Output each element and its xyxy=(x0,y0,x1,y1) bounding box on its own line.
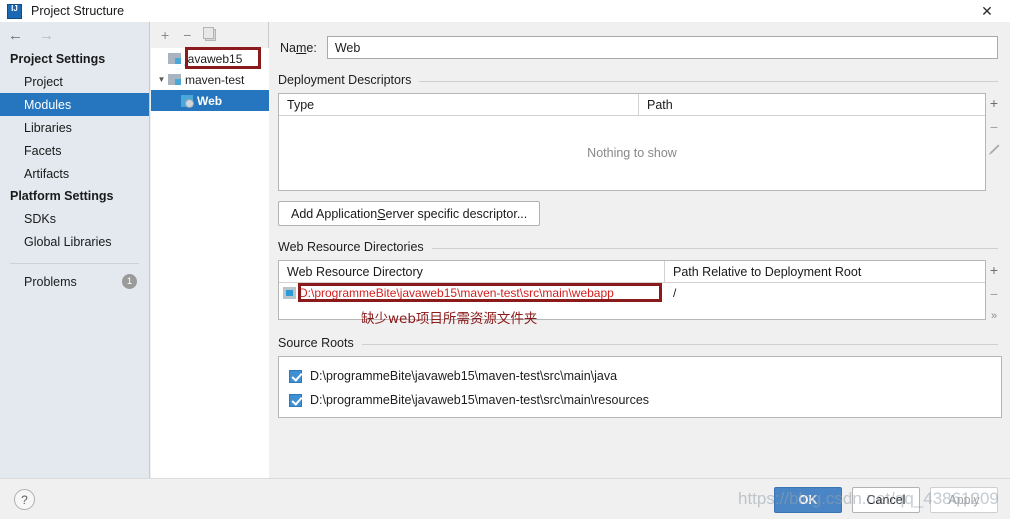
sidebar-item-sdks[interactable]: SDKs xyxy=(0,207,149,230)
apply-button[interactable]: Apply xyxy=(930,487,998,513)
navigation-arrows: ← → xyxy=(0,22,149,48)
dialog-footer: ? OK Cancel Apply xyxy=(0,478,1010,519)
add-application-server-descriptor-button[interactable]: Add Application Server specific descript… xyxy=(278,201,541,226)
column-header-web-resource-directory[interactable]: Web Resource Directory xyxy=(279,261,665,282)
sidebar-item-facets[interactable]: Facets xyxy=(0,139,149,162)
project-structure-dialog: Project Structure ✕ ← → Project Settings… xyxy=(0,0,1010,519)
source-roots-list: D:\programmeBite\javaweb15\maven-test\sr… xyxy=(278,356,1002,418)
settings-sidebar: ← → Project Settings Project Modules Lib… xyxy=(0,22,150,478)
close-icon[interactable]: ✕ xyxy=(964,0,1010,22)
table-empty-message: Nothing to show xyxy=(587,146,677,160)
source-root-path: D:\programmeBite\javaweb15\maven-test\sr… xyxy=(310,393,650,407)
help-button[interactable]: ? xyxy=(14,489,35,510)
sidebar-item-artifacts[interactable]: Artifacts xyxy=(0,162,149,185)
section-divider xyxy=(361,343,998,345)
remove-descriptor-icon[interactable]: − xyxy=(990,120,998,134)
web-directory-icon xyxy=(283,287,296,299)
module-name-value: Web xyxy=(334,40,361,55)
intellij-logo-icon xyxy=(7,3,22,19)
modules-tree-toolbar: + − xyxy=(151,22,268,48)
web-module-icon xyxy=(181,94,194,108)
web-resource-directories-actions: + − » xyxy=(986,260,1002,322)
tree-node-javaweb15[interactable]: javaweb15 xyxy=(151,48,269,69)
sidebar-item-problems-label: Problems xyxy=(24,274,77,289)
web-resource-directory-row[interactable]: D:\programmeBite\javaweb15\maven-test\sr… xyxy=(279,283,985,327)
column-header-type[interactable]: Type xyxy=(279,94,639,115)
column-header-path[interactable]: Path xyxy=(639,94,985,115)
web-resource-directories-header: Web Resource Directories xyxy=(270,226,1010,254)
add-module-icon[interactable]: + xyxy=(161,28,169,42)
back-arrow-icon[interactable]: ← xyxy=(8,28,23,43)
deployment-descriptors-header: Deployment Descriptors xyxy=(270,59,1010,87)
copy-module-icon[interactable] xyxy=(203,27,217,41)
deployment-descriptors-table: Type Path Nothing to show xyxy=(278,93,986,191)
web-resource-directory-path: D:\programmeBite\javaweb15\maven-test\sr… xyxy=(299,286,614,300)
source-roots-title: Source Roots xyxy=(278,336,354,350)
add-descriptor-row: Add Application Server specific descript… xyxy=(270,191,1010,226)
dialog-button-group: OK Cancel Apply xyxy=(774,487,998,513)
tree-node-web[interactable]: Web xyxy=(151,90,269,111)
sidebar-item-global-libraries[interactable]: Global Libraries xyxy=(0,230,149,253)
web-resource-directories-table: Web Resource Directory Path Relative to … xyxy=(278,260,986,327)
sidebar-item-problems[interactable]: Problems 1 xyxy=(0,270,149,293)
ok-button[interactable]: OK xyxy=(774,487,842,513)
forward-arrow-icon[interactable]: → xyxy=(39,28,54,43)
tree-node-label: maven-test xyxy=(185,72,245,87)
module-name-label: Name: xyxy=(280,40,317,55)
source-root-row[interactable]: D:\programmeBite\javaweb15\maven-test\sr… xyxy=(279,364,1001,388)
table-header: Type Path xyxy=(279,94,985,116)
sidebar-item-libraries[interactable]: Libraries xyxy=(0,116,149,139)
deployment-descriptors-table-wrap: Type Path Nothing to show + − xyxy=(278,93,1002,191)
web-resource-directories-title: Web Resource Directories xyxy=(278,240,424,254)
modules-tree-panel: + − javaweb15 ▼ maven-test Web xyxy=(151,22,269,478)
source-root-path: D:\programmeBite\javaweb15\maven-test\sr… xyxy=(310,369,618,383)
title-bar: Project Structure ✕ xyxy=(0,0,1010,22)
tree-node-label: Web xyxy=(197,93,223,108)
modules-tree: javaweb15 ▼ maven-test Web xyxy=(151,47,269,478)
tree-node-maven-test[interactable]: ▼ maven-test xyxy=(151,69,269,90)
folder-icon xyxy=(168,53,181,64)
folder-icon xyxy=(168,74,181,85)
deployment-descriptors-title: Deployment Descriptors xyxy=(278,73,412,87)
more-options-icon[interactable]: » xyxy=(991,311,997,322)
module-settings-panel: Name: Web Deployment Descriptors Type Pa… xyxy=(270,22,1010,478)
section-divider xyxy=(419,80,998,82)
annotation-text-missing-webapp: 缺少web项目所需资源文件夹 xyxy=(361,311,538,327)
edit-pencil-icon[interactable] xyxy=(988,144,1000,155)
sidebar-item-project[interactable]: Project xyxy=(0,70,149,93)
problems-count-badge: 1 xyxy=(122,274,137,289)
web-resource-directories-table-wrap: Web Resource Directory Path Relative to … xyxy=(278,260,1002,327)
sidebar-group-project-settings: Project Settings xyxy=(10,52,106,66)
add-descriptor-icon[interactable]: + xyxy=(990,96,998,110)
window-title: Project Structure xyxy=(31,4,125,18)
remove-module-icon[interactable]: − xyxy=(183,28,191,42)
tree-node-label: javaweb15 xyxy=(185,51,243,66)
deployment-descriptors-actions: + − xyxy=(986,93,1002,191)
source-root-checkbox[interactable] xyxy=(289,393,302,407)
module-name-input[interactable]: Web xyxy=(326,36,998,59)
sidebar-group-platform-settings: Platform Settings xyxy=(10,189,114,203)
table-header: Web Resource Directory Path Relative to … xyxy=(279,261,985,283)
source-root-row[interactable]: D:\programmeBite\javaweb15\maven-test\sr… xyxy=(279,388,1001,412)
sidebar-item-modules[interactable]: Modules xyxy=(0,93,149,116)
column-header-path-relative[interactable]: Path Relative to Deployment Root xyxy=(665,261,985,282)
section-divider xyxy=(431,247,998,249)
sidebar-divider xyxy=(10,263,139,264)
chevron-down-icon[interactable]: ▼ xyxy=(155,75,168,84)
module-name-row: Name: Web xyxy=(270,22,1010,59)
add-web-resource-icon[interactable]: + xyxy=(990,263,998,277)
source-root-checkbox[interactable] xyxy=(289,369,302,383)
cancel-button[interactable]: Cancel xyxy=(852,487,920,513)
web-resource-relative-path: / xyxy=(673,286,677,300)
remove-web-resource-icon[interactable]: − xyxy=(990,287,998,301)
